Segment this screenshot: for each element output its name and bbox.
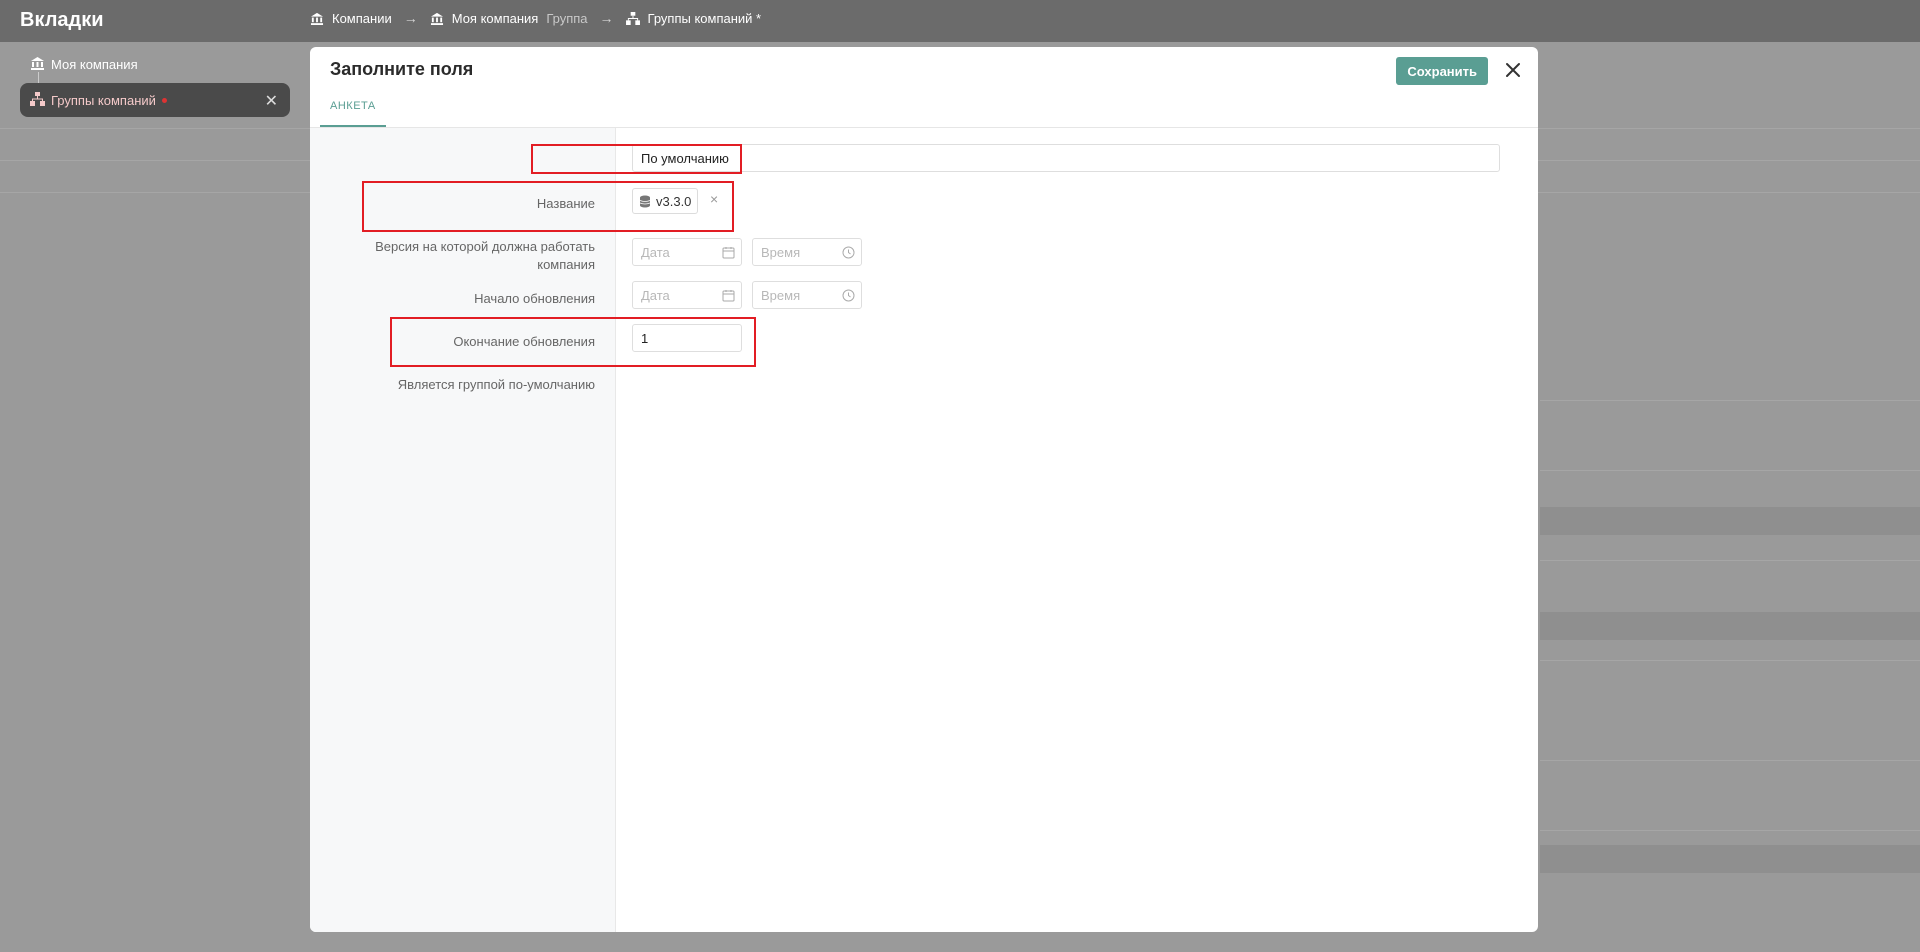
update-start-label: Начало обновления <box>474 291 595 306</box>
time-placeholder: Время <box>761 287 801 303</box>
tab-label: Моя компания <box>51 57 138 72</box>
modal-title: Заполните поля <box>330 59 474 79</box>
is-default-input[interactable]: 1 <box>632 324 742 352</box>
calendar-icon[interactable] <box>722 246 735 262</box>
building-icon <box>30 56 45 73</box>
close-icon[interactable] <box>1502 59 1524 81</box>
tab-company-groups[interactable]: Группы компаний ✕ <box>20 83 290 117</box>
background-topbar <box>0 0 1920 42</box>
clock-icon[interactable] <box>842 289 855 305</box>
update-start-date-input[interactable]: Дата <box>632 238 742 266</box>
background-band <box>1540 507 1920 535</box>
building-icon <box>430 11 444 26</box>
breadcrumb-companies[interactable]: Компании <box>332 11 392 26</box>
breadcrumb-separator: → <box>599 10 614 26</box>
date-placeholder: Дата <box>641 244 670 260</box>
clock-icon[interactable] <box>842 246 855 262</box>
update-start-time-input[interactable]: Время <box>752 238 862 266</box>
save-button[interactable]: Сохранить <box>1396 57 1488 85</box>
tab-my-company[interactable]: Моя компания <box>30 56 138 73</box>
version-label-line1: Версия на которой должна работать <box>375 239 595 254</box>
version-chip-label: v3.3.0 <box>656 193 692 209</box>
building-icon <box>310 11 324 26</box>
update-end-label: Окончание обновления <box>453 334 595 349</box>
version-label-line2: компания <box>537 257 595 272</box>
tabs-title: Вкладки <box>20 9 104 31</box>
breadcrumb-suffix: Группа <box>546 10 588 26</box>
fill-fields-modal: Заполните поля Сохранить АНКЕТА Название… <box>310 47 1538 932</box>
update-end-date-input[interactable]: Дата <box>632 281 742 309</box>
labels-column: Название Версия на которой должна работа… <box>310 128 616 932</box>
database-icon <box>639 195 651 208</box>
breadcrumb: Компании → Моя компания Группа → Группы … <box>310 10 761 26</box>
time-placeholder: Время <box>761 244 801 260</box>
is-default-label: Является группой по-умолчанию <box>397 377 595 392</box>
version-chip[interactable]: v3.3.0 <box>632 188 699 214</box>
tab-anketa[interactable]: АНКЕТА <box>320 99 386 127</box>
breadcrumb-company-groups[interactable]: Группы компаний * <box>648 11 762 26</box>
name-label: Название <box>536 196 595 211</box>
calendar-icon[interactable] <box>722 289 735 305</box>
unsaved-indicator <box>161 97 167 103</box>
tab-label: Группы компаний <box>51 92 156 108</box>
modal-header: Заполните поля Сохранить АНКЕТА <box>310 47 1538 127</box>
background-band <box>1540 612 1920 640</box>
breadcrumb-my-company[interactable]: Моя компания <box>452 11 539 26</box>
remove-version-icon[interactable]: × <box>710 191 718 207</box>
hierarchy-icon <box>30 91 45 109</box>
breadcrumb-separator: → <box>403 10 418 26</box>
date-placeholder: Дата <box>641 287 670 303</box>
close-tab-icon[interactable]: ✕ <box>265 91 278 111</box>
hierarchy-icon <box>625 11 640 26</box>
update-end-time-input[interactable]: Время <box>752 281 862 309</box>
background-band <box>1540 845 1920 873</box>
name-input[interactable]: По умолчанию <box>632 144 1500 172</box>
